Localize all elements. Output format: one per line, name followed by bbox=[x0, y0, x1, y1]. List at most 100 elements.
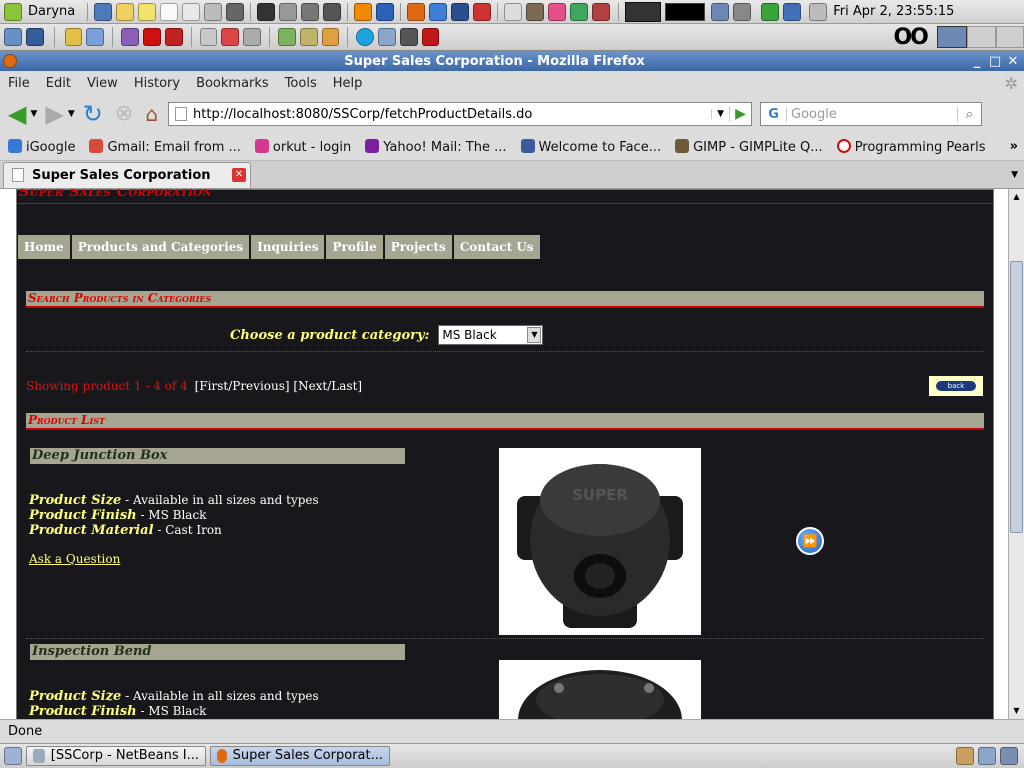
tab-list-icon[interactable]: ▼ bbox=[1011, 170, 1018, 180]
vlc-icon[interactable] bbox=[354, 2, 373, 21]
go-arrow-icon[interactable]: ▶ bbox=[729, 106, 751, 122]
filezilla-icon[interactable] bbox=[421, 28, 440, 46]
nav-projects[interactable]: Projects bbox=[384, 235, 452, 259]
menu-edit[interactable]: Edit bbox=[38, 76, 79, 91]
camera-icon[interactable] bbox=[226, 2, 245, 21]
picasa-icon[interactable] bbox=[548, 2, 567, 21]
vertical-scrollbar[interactable]: ▲ ▼ bbox=[1008, 189, 1024, 719]
text-editor-icon[interactable] bbox=[160, 2, 179, 21]
category-select[interactable]: MS Black ▼ bbox=[438, 325, 544, 345]
notes-icon[interactable] bbox=[138, 2, 157, 21]
bookmark-gimp[interactable]: GIMP - GIMPLite Q... bbox=[675, 138, 823, 155]
tab-active[interactable]: Super Sales Corporation ✕ bbox=[3, 161, 251, 188]
bookmark-yahoo-mail[interactable]: Yahoo! Mail: The ... bbox=[365, 138, 507, 155]
nav-home[interactable]: Home bbox=[18, 235, 70, 259]
user-name[interactable]: Daryna bbox=[28, 4, 75, 19]
home-folder-icon[interactable] bbox=[299, 28, 318, 46]
tray-people-icon[interactable] bbox=[956, 747, 974, 765]
gimp-icon[interactable] bbox=[526, 2, 545, 21]
workspace-switcher-2[interactable] bbox=[665, 2, 706, 21]
search-box[interactable]: G Google ⌕ bbox=[760, 102, 983, 126]
bookmarks-overflow-icon[interactable]: » bbox=[1010, 139, 1018, 154]
media-icon[interactable] bbox=[473, 2, 492, 21]
scroll-thumb[interactable] bbox=[1010, 261, 1023, 533]
reload-icon[interactable]: ↻ bbox=[83, 102, 103, 126]
network-tools-icon[interactable] bbox=[301, 2, 320, 21]
shapes-icon[interactable] bbox=[221, 28, 240, 46]
pdf-icon[interactable] bbox=[164, 28, 183, 46]
stop-icon[interactable]: ⊗ bbox=[115, 102, 133, 126]
power-icon[interactable] bbox=[809, 2, 828, 21]
show-desktop-icon[interactable] bbox=[4, 747, 22, 765]
url-bar[interactable]: http://localhost:8080/SSCorp/fetchProduc… bbox=[168, 102, 753, 126]
fedora-icon[interactable] bbox=[25, 28, 44, 46]
scroll-up-icon[interactable]: ▲ bbox=[1009, 189, 1024, 205]
menu-view[interactable]: View bbox=[79, 76, 126, 91]
gecko-icon[interactable] bbox=[399, 28, 418, 46]
mint-menu-icon[interactable] bbox=[4, 2, 22, 21]
search-folder-icon[interactable] bbox=[321, 28, 340, 46]
clock[interactable]: Fri Apr 2, 23:55:15 bbox=[833, 4, 954, 19]
back-dropdown-icon[interactable]: ▼ bbox=[30, 109, 37, 119]
display-icon[interactable] bbox=[323, 2, 342, 21]
folder-icon[interactable] bbox=[116, 2, 135, 21]
ask-question-link[interactable]: Ask a Question bbox=[29, 552, 120, 566]
url-dropdown-icon[interactable]: ▼ bbox=[711, 109, 729, 119]
taskbar-item-netbeans[interactable]: [SSCorp - NetBeans I... bbox=[26, 746, 206, 766]
maximize-icon[interactable]: □ bbox=[988, 54, 1002, 69]
bookmark-gmail[interactable]: Gmail: Email from ... bbox=[89, 138, 241, 155]
compass-icon[interactable] bbox=[376, 2, 395, 21]
select-arrow-icon[interactable]: ▼ bbox=[527, 327, 542, 343]
forward-arrow-icon[interactable]: ▶ bbox=[45, 102, 63, 126]
spreadsheet-icon[interactable] bbox=[182, 2, 201, 21]
nav-profile[interactable]: Profile bbox=[326, 235, 383, 259]
volume-icon[interactable] bbox=[733, 2, 752, 21]
devices-icon[interactable] bbox=[279, 2, 298, 21]
menu-history[interactable]: History bbox=[126, 76, 188, 91]
calculator-icon[interactable] bbox=[204, 2, 223, 21]
pidgin-icon[interactable] bbox=[121, 28, 139, 46]
window-list-icon[interactable] bbox=[64, 28, 83, 46]
dialog-icon[interactable] bbox=[243, 28, 261, 46]
menu-tools[interactable]: Tools bbox=[277, 76, 325, 91]
desktop-icon[interactable] bbox=[277, 28, 296, 46]
back-button[interactable]: back bbox=[929, 376, 983, 396]
workspace-slot-2[interactable] bbox=[966, 26, 997, 48]
search-files-icon[interactable] bbox=[504, 2, 523, 21]
tray-display-icon[interactable] bbox=[1000, 747, 1018, 765]
paint-icon[interactable] bbox=[570, 2, 589, 21]
close-icon[interactable]: ✕ bbox=[1006, 54, 1020, 69]
bookmark-orkut[interactable]: orkut - login bbox=[254, 138, 351, 155]
scroll-down-icon[interactable]: ▼ bbox=[1009, 703, 1024, 719]
nav-products[interactable]: Products and Categories bbox=[71, 235, 250, 259]
opera-icon[interactable] bbox=[142, 28, 161, 46]
network-manager-icon[interactable] bbox=[378, 28, 396, 46]
home-icon[interactable]: ⌂ bbox=[145, 102, 158, 126]
tab-close-icon[interactable]: ✕ bbox=[232, 168, 246, 182]
bookmark-igoogle[interactable]: iGoogle bbox=[8, 138, 75, 155]
google-g-icon[interactable]: G bbox=[761, 106, 788, 122]
book-icon[interactable] bbox=[592, 2, 611, 21]
network-icon[interactable] bbox=[711, 2, 730, 21]
forward-dropdown-icon[interactable]: ▼ bbox=[68, 109, 75, 119]
menu-bookmarks[interactable]: Bookmarks bbox=[188, 76, 277, 91]
menu-file[interactable]: File bbox=[0, 76, 38, 91]
people-icon[interactable] bbox=[199, 28, 218, 46]
search-input[interactable]: Google bbox=[787, 107, 957, 122]
system-monitor-icon[interactable] bbox=[94, 2, 113, 21]
pager-links[interactable]: [First/Previous] [Next/Last] bbox=[195, 379, 362, 393]
package-icon[interactable] bbox=[86, 28, 105, 46]
next-image-button[interactable]: ⏩ bbox=[796, 527, 824, 555]
bookmark-programming-pearls[interactable]: Programming Pearls bbox=[836, 138, 986, 155]
trash-icon[interactable] bbox=[783, 2, 802, 21]
firefox-launcher-icon[interactable] bbox=[407, 2, 426, 21]
firefox-window-thumb[interactable] bbox=[936, 26, 967, 48]
skype-icon[interactable] bbox=[356, 28, 375, 46]
taskbar-item-firefox[interactable]: Super Sales Corporat... bbox=[210, 746, 390, 766]
running-man-icon[interactable] bbox=[761, 2, 780, 21]
water-drop-icon[interactable] bbox=[429, 2, 448, 21]
nav-inquiries[interactable]: Inquiries bbox=[251, 235, 325, 259]
cube-icon[interactable] bbox=[4, 28, 22, 46]
tray-network-icon[interactable] bbox=[978, 747, 996, 765]
menu-help[interactable]: Help bbox=[325, 76, 371, 91]
